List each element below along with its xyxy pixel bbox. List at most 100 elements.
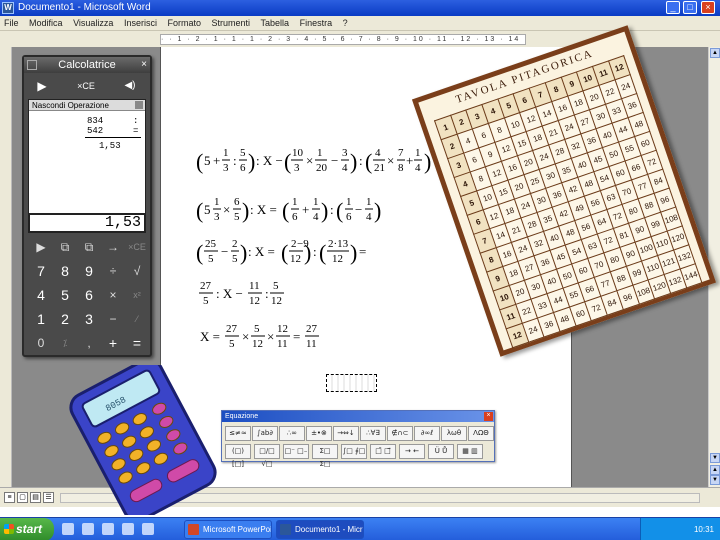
svg-text:(: (	[319, 240, 326, 265]
key-4[interactable]: 4	[32, 286, 50, 304]
quick-launch-icon[interactable]	[102, 523, 114, 535]
menu-finestra[interactable]: Finestra	[300, 18, 333, 28]
svg-text:1: 1	[317, 147, 323, 159]
quick-launch-icon[interactable]	[142, 523, 154, 535]
taskbar-item-powerpoint[interactable]: Microsoft PowerPoint - ...	[184, 520, 272, 539]
fraction-palette-button[interactable]: □/□ √□	[254, 444, 280, 468]
vertical-ruler[interactable]	[0, 47, 12, 487]
misc-palette-button[interactable]: ∂∞ℓ	[414, 426, 440, 441]
calculator-menu-icon[interactable]	[27, 60, 37, 70]
menu-formato[interactable]: Formato	[167, 18, 201, 28]
menu-visualizza[interactable]: Visualizza	[73, 18, 113, 28]
matrix-palette-button[interactable]: ▦ ▥	[457, 444, 483, 459]
greek-upper-palette-button[interactable]: ΛΩΘ	[468, 426, 494, 441]
quick-launch-icon[interactable]	[62, 523, 74, 535]
key-0[interactable]: 0	[32, 334, 50, 352]
paste-key-icon[interactable]: ⧉	[80, 238, 98, 256]
key-7[interactable]: 7	[32, 262, 50, 280]
copy-key-icon[interactable]: ⧉	[56, 238, 74, 256]
decimal-key[interactable]: ,	[80, 334, 98, 352]
menu-strumenti[interactable]: Strumenti	[212, 18, 251, 28]
multiply-key[interactable]: ×	[104, 286, 122, 304]
labeled-arrow-palette-button[interactable]: → ←	[399, 444, 425, 459]
svg-text:4: 4	[313, 211, 319, 223]
backspace-key-icon[interactable]: →	[104, 238, 122, 256]
svg-text:(: (	[196, 240, 203, 265]
play-key-icon[interactable]: ▶	[32, 238, 50, 256]
quick-launch-icon[interactable]	[122, 523, 134, 535]
sets-palette-button[interactable]: ∉∩⊂	[387, 426, 413, 441]
page-up-icon[interactable]: ▲	[710, 465, 720, 475]
key-2[interactable]: 2	[56, 310, 74, 328]
menu-file[interactable]: File	[4, 18, 19, 28]
calculator-widget[interactable]: Calcolatrice × ▶ ×CE ◀) Nascondi Operazi…	[22, 55, 152, 357]
maximize-button[interactable]: □	[683, 1, 697, 14]
plus-key[interactable]: +	[104, 334, 122, 352]
percent-key[interactable]: ⁒	[56, 334, 74, 352]
equation-object-placeholder[interactable]	[326, 374, 377, 392]
arrows-palette-button[interactable]: →⇔↓	[333, 426, 359, 441]
key-3[interactable]: 3	[80, 310, 98, 328]
key-6[interactable]: 6	[80, 286, 98, 304]
sqrt-key[interactable]: √	[128, 262, 146, 280]
tape-header[interactable]: Nascondi Operazione	[29, 100, 145, 111]
calculator-close-button[interactable]: ×	[141, 57, 147, 73]
logic-palette-button[interactable]: ∴∀∃	[360, 426, 386, 441]
key-8[interactable]: 8	[56, 262, 74, 280]
svg-text:5: 5	[254, 323, 260, 335]
fraction-key[interactable]: ⁄	[128, 310, 146, 328]
menu-modifica[interactable]: Modifica	[29, 18, 63, 28]
svg-text:=: =	[359, 244, 366, 259]
outline-view-icon[interactable]: ☰	[43, 492, 54, 503]
normal-view-icon[interactable]: ≡	[4, 492, 15, 503]
windows-logo-icon	[4, 524, 14, 534]
scroll-up-icon[interactable]: ▲	[710, 48, 720, 58]
speaker-icon[interactable]: ◀)	[120, 77, 140, 95]
minimize-button[interactable]: _	[666, 1, 680, 14]
calculator-title-bar[interactable]: Calcolatrice ×	[24, 57, 150, 73]
page-down-icon[interactable]: ▼	[710, 475, 720, 485]
math-equations[interactable]: ( 5 + 13 : 56 ) : X − ( 10 3 × 1 20 − 34 ) …	[196, 132, 436, 362]
key-1[interactable]: 1	[32, 310, 50, 328]
menu-tabella[interactable]: Tabella	[261, 18, 290, 28]
taskbar-item-word[interactable]: Documento1 - Micro...	[276, 520, 364, 539]
scroll-down-icon[interactable]: ▼	[710, 453, 720, 463]
key-5[interactable]: 5	[56, 286, 74, 304]
svg-text:11: 11	[277, 338, 288, 350]
svg-text:1: 1	[346, 196, 352, 208]
equation-toolbar[interactable]: Equazione × ≤≠≈ ∫ab∂ ∴∞ ±•⊗ →⇔↓ ∴∀∃ ∉∩⊂ …	[221, 410, 495, 468]
equation-toolbar-close-button[interactable]: ×	[484, 412, 493, 421]
horizontal-ruler[interactable]: · · 1 · 2 · 1 · 1 · 1 · 2 · 3 · 4 · 5 · …	[160, 34, 526, 45]
divide-key[interactable]: ÷	[104, 262, 122, 280]
script-palette-button[interactable]: □⁻ □₋	[283, 444, 309, 459]
svg-text:×: ×	[223, 202, 230, 217]
svg-text:2: 2	[232, 238, 238, 250]
svg-text:1: 1	[313, 196, 319, 208]
play-icon[interactable]: ▶	[32, 77, 52, 95]
clear-entry-button[interactable]: ×CE	[76, 77, 96, 95]
equals-key[interactable]: =	[128, 334, 146, 352]
menu-inserisci[interactable]: Inserisci	[124, 18, 157, 28]
spaces-palette-button[interactable]: ∫ab∂	[252, 426, 278, 441]
integral-palette-button[interactable]: ∫□ ∮□	[341, 444, 367, 459]
start-button[interactable]: start	[0, 518, 54, 540]
minus-key[interactable]: −	[104, 310, 122, 328]
greek-lower-palette-button[interactable]: λωθ	[441, 426, 467, 441]
products-palette-button[interactable]: Ü Ů	[428, 444, 454, 459]
equation-toolbar-title[interactable]: Equazione	[222, 411, 494, 422]
square-key[interactable]: x²	[128, 286, 146, 304]
print-view-icon[interactable]: ▤	[30, 492, 41, 503]
web-view-icon[interactable]: ▢	[17, 492, 28, 503]
svg-text::: :	[313, 244, 317, 259]
bar-palette-button[interactable]: □̄ □⃗	[370, 444, 396, 459]
summation-palette-button[interactable]: Σ□ Σ□	[312, 444, 338, 468]
clear-key[interactable]: ×CE	[128, 238, 146, 256]
tape-dropdown-icon[interactable]	[135, 101, 143, 109]
close-window-button[interactable]: ×	[701, 1, 715, 14]
svg-text::: :	[330, 202, 334, 217]
key-9[interactable]: 9	[80, 262, 98, 280]
menu-help[interactable]: ?	[343, 18, 348, 28]
quick-launch-icon[interactable]	[82, 523, 94, 535]
operators-palette-button[interactable]: ±•⊗	[306, 426, 332, 441]
embellishments-palette-button[interactable]: ∴∞	[279, 426, 305, 441]
